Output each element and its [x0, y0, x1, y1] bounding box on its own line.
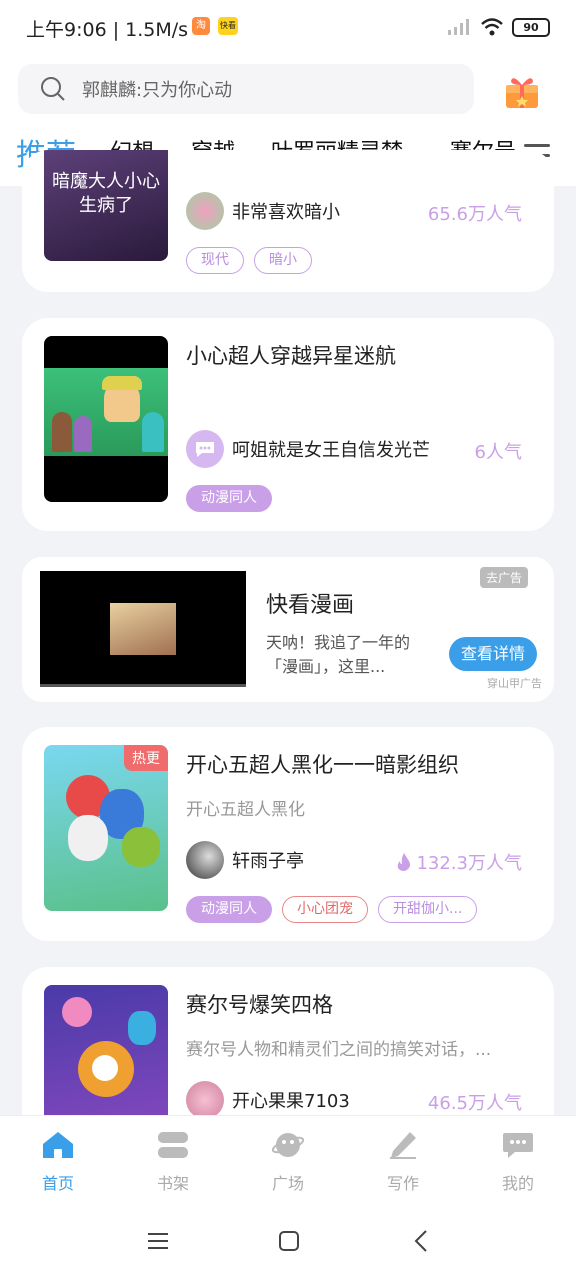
nav-bookshelf[interactable]: 书架 [133, 1130, 213, 1194]
story-subtitle: 赛尔号人物和精灵们之间的搞笑对话，... [186, 1040, 492, 1060]
story-title: 开心五超人黑化一一暗影组织 [186, 753, 459, 777]
tag-list: 动漫同人 小心团宠 开甜伽小... [186, 896, 478, 923]
nav-home[interactable]: 首页 [18, 1130, 98, 1194]
search-placeholder: 郭麒麟:只为你心动 [82, 80, 233, 101]
popularity: 65.6万人气 [427, 204, 522, 225]
gift-icon[interactable] [503, 72, 541, 110]
story-card[interactable]: 暗魔大人小心生病了 非常喜欢暗小 65.6万人气 现代 暗小 [22, 150, 554, 292]
tag[interactable]: 动漫同人 [186, 896, 272, 923]
nav-profile[interactable]: 我的 [478, 1130, 558, 1194]
ad-description: 天呐！我追了一年的「漫画」，这里... [266, 633, 411, 676]
story-title: 赛尔号爆笑四格 [186, 993, 333, 1017]
tag[interactable]: 开甜伽小... [378, 896, 478, 923]
nav-label: 广场 [271, 1174, 304, 1193]
avatar [186, 1081, 224, 1119]
tag-list: 现代 暗小 [186, 247, 312, 274]
cover-text: 暗魔大人小心生病了 [52, 171, 160, 216]
wifi-icon [481, 18, 503, 36]
status-bar: 上午9:06 | 1.5M/s 淘 快看 90 [0, 0, 576, 56]
bookshelf-icon [158, 1132, 188, 1158]
author-name: 轩雨子亭 [232, 851, 304, 872]
chat-bubble-icon [196, 442, 214, 457]
author-name: 开心果果7103 [232, 1091, 350, 1112]
story-cover: 暗魔大人小心生病了 [44, 150, 168, 261]
nav-plaza[interactable]: 广场 [248, 1130, 328, 1194]
story-cover [44, 336, 168, 502]
nav-label: 写作 [386, 1174, 419, 1193]
ad-video[interactable] [40, 571, 246, 687]
system-nav-bar [0, 1205, 576, 1280]
menu-icon[interactable] [144, 1227, 172, 1255]
nav-label: 书架 [156, 1174, 189, 1193]
back-icon[interactable] [408, 1227, 436, 1255]
ad-source: 穿山甲广告 [487, 677, 542, 690]
status-indicators: 90 [446, 16, 550, 38]
chat-bubble-icon [503, 1133, 533, 1158]
popularity: 132.3万人气 [416, 853, 522, 874]
kuaikan-notification-icon: 快看 [218, 17, 238, 35]
fire-icon [398, 853, 411, 871]
popularity: 6人气 [474, 442, 522, 463]
author-name: 呵姐就是女王自信发光芒 [232, 440, 430, 461]
tag[interactable]: 暗小 [254, 247, 312, 274]
status-time: 上午9:06 | 1.5M/s [26, 19, 189, 41]
view-details-button[interactable]: 查看详情 [449, 637, 537, 671]
home-icon [43, 1132, 73, 1158]
ad-card[interactable]: 快看漫画 天呐！我追了一年的「漫画」，这里... 查看详情 去广告 穿山甲广告 [22, 557, 554, 702]
pencil-icon [390, 1132, 416, 1159]
remove-ad-button[interactable]: 去广告 [480, 567, 529, 588]
ad-title: 快看漫画 [266, 593, 355, 618]
search-bar[interactable]: 郭麒麟:只为你心动 [18, 64, 474, 114]
story-card[interactable]: 小心超人穿越异星迷航 呵姐就是女王自信发光芒 6人气 动漫同人 [22, 318, 554, 531]
bottom-nav: 首页 书架 广场 写作 我的 [0, 1115, 576, 1205]
nav-write[interactable]: 写作 [363, 1130, 443, 1194]
tag-list: 动漫同人 [186, 485, 272, 512]
nav-label: 首页 [41, 1174, 74, 1193]
avatar [186, 192, 224, 230]
home-button-icon[interactable] [275, 1227, 303, 1255]
author-name: 非常喜欢暗小 [232, 202, 340, 223]
popularity-row: 132.3万人气 [396, 849, 522, 875]
popularity: 46.5万人气 [427, 1093, 522, 1114]
hot-badge: 热更 [124, 745, 168, 771]
nav-label: 我的 [501, 1174, 534, 1193]
search-icon [41, 77, 65, 101]
story-subtitle: 开心五超人黑化 [186, 800, 305, 820]
tag[interactable]: 现代 [186, 247, 244, 274]
tag[interactable]: 小心团宠 [282, 896, 368, 923]
story-cover: 热更 [44, 745, 168, 911]
battery-icon: 90 [512, 17, 550, 37]
signal-icon [448, 19, 469, 35]
avatar [186, 841, 224, 879]
taobao-notification-icon: 淘 [192, 17, 210, 35]
avatar [186, 430, 224, 468]
tag[interactable]: 动漫同人 [186, 485, 272, 512]
planet-icon [271, 1133, 305, 1157]
story-title: 小心超人穿越异星迷航 [186, 344, 396, 368]
story-card[interactable]: 热更 开心五超人黑化一一暗影组织 开心五超人黑化 轩雨子亭 132.3万人气 动… [22, 727, 554, 941]
